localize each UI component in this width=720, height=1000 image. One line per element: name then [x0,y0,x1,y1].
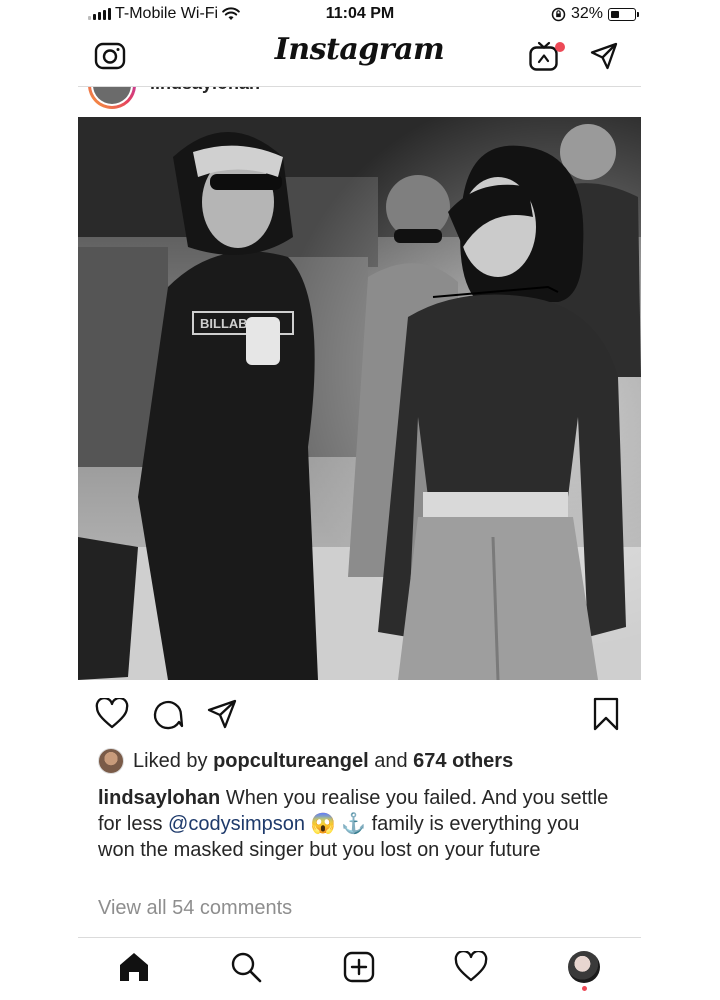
top-nav-bar: Instagram [78,30,641,86]
bookmark-icon[interactable] [586,694,626,734]
battery-info: 32% [551,5,639,23]
liker-username[interactable]: popcultureangel [213,750,369,773]
photo-content: BILLABONG [78,117,641,680]
like-heart-icon[interactable] [92,694,132,734]
direct-message-icon[interactable] [584,36,624,76]
igtv-icon[interactable] [524,36,565,76]
comment-icon[interactable] [148,694,188,734]
battery-percent: 32% [570,5,603,22]
caption-username[interactable]: lindsaylohan [98,787,220,809]
profile-photo [568,951,600,983]
likes-others[interactable]: 674 others [413,750,513,773]
view-all-comments-link[interactable]: View all 54 comments [98,897,292,920]
activity-heart-icon[interactable] [448,944,494,990]
post-caption: lindsaylohan When you realise you failed… [98,785,618,863]
post-photo[interactable]: BILLABONG [78,117,641,680]
post-actions [78,684,641,740]
likes-joiner: and [374,749,408,772]
status-bar: T-Mobile Wi-Fi 11:04 PM 32% [0,0,720,30]
likes-prefix: Liked by [133,749,208,772]
search-icon[interactable] [223,944,269,990]
post-header: lindsaylohan [78,87,641,117]
likes-summary[interactable]: Liked by popcultureangel and 674 others [98,747,638,775]
tab-bar-divider [78,937,641,938]
caption-emoji-scream: 😱 [310,813,336,835]
share-icon[interactable] [202,694,242,734]
home-icon[interactable] [111,944,157,990]
notification-dot [555,42,565,52]
new-post-icon[interactable] [336,944,382,990]
liker-avatar [98,748,124,774]
poster-username[interactable]: lindsaylohan [150,87,260,94]
caption-emoji-anchor: ⚓ [341,813,366,835]
caption-mention[interactable]: @codysimpson [168,813,305,835]
battery-icon [608,7,639,21]
profile-notification-dot [582,986,587,991]
rotation-lock-icon [551,7,566,21]
poster-avatar[interactable] [88,87,136,109]
profile-avatar[interactable] [561,944,607,991]
